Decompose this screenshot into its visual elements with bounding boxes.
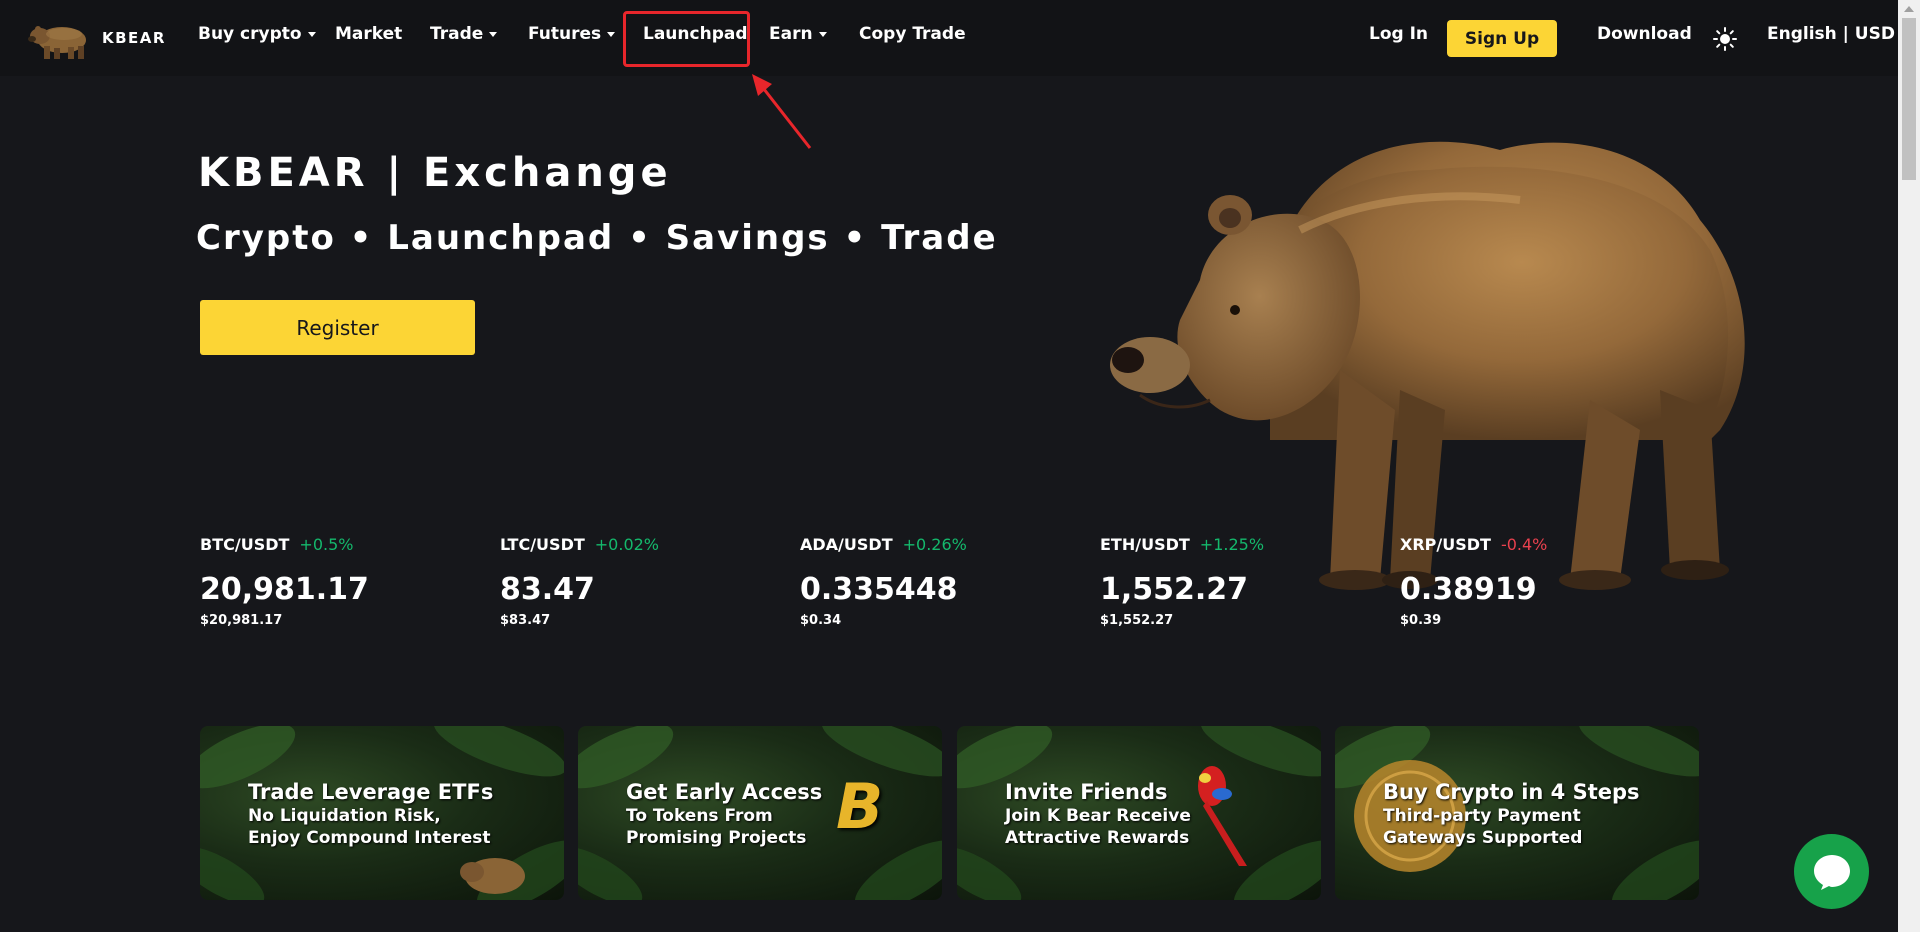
- caret-down-icon: [607, 31, 616, 37]
- chat-support-button[interactable]: [1794, 834, 1869, 909]
- ticker-header: BTC/USDT +0.5%: [200, 535, 480, 554]
- banner-line-1: Third-party Payment: [1383, 806, 1581, 826]
- nav-futures-label: Futures: [528, 24, 602, 44]
- ticker-pair: BTC/USDT: [200, 535, 290, 554]
- caret-down-icon: [489, 31, 498, 37]
- download-label: Download: [1597, 24, 1692, 44]
- ticker-price: 83.47: [500, 572, 595, 607]
- bear-hero-image: [1100, 110, 1770, 600]
- nav-buy-crypto-label: Buy crypto: [198, 24, 302, 44]
- banner-buy-crypto[interactable]: Buy Crypto in 4 Steps Third-party Paymen…: [1335, 726, 1699, 900]
- banner-title: Trade Leverage ETFs: [248, 780, 494, 804]
- ticker-pair: XRP/USDT: [1400, 535, 1491, 554]
- ticker-usd-value: $20,981.17: [200, 613, 283, 628]
- ticker-change: +1.25%: [1199, 535, 1265, 554]
- nav-futures[interactable]: Futures: [528, 24, 616, 44]
- caret-down-icon: [307, 31, 316, 37]
- bitcoin-badge-icon: B: [836, 770, 884, 843]
- banner-line-2: Enjoy Compound Interest: [248, 828, 491, 848]
- nav-trade-label: Trade: [430, 24, 484, 44]
- ticker-xrp[interactable]: XRP/USDT -0.4% 0.38919 $0.39: [1400, 535, 1680, 628]
- banner-invite-friends[interactable]: Invite Friends Join K Bear Receive Attra…: [957, 726, 1321, 900]
- ticker-pair: ADA/USDT: [800, 535, 893, 554]
- sun-icon[interactable]: [1713, 27, 1737, 51]
- nav-copy-trade-label: Copy Trade: [859, 24, 966, 44]
- scroll-up-arrow-icon[interactable]: [1904, 6, 1914, 12]
- ticker-price: 0.335448: [800, 572, 958, 607]
- register-label: Register: [296, 315, 379, 340]
- ticker-usd-value: $0.34: [800, 613, 842, 628]
- top-navbar: KBEAR Buy crypto Market Trade Futures La…: [0, 0, 1898, 76]
- language-label: English | USD: [1767, 24, 1895, 44]
- language-currency-selector[interactable]: English | USD: [1767, 24, 1895, 44]
- ticker-header: XRP/USDT -0.4%: [1400, 535, 1680, 554]
- chat-bubble-icon: [1813, 854, 1850, 890]
- ticker-ada[interactable]: ADA/USDT +0.26% 0.335448 $0.34: [800, 535, 1080, 628]
- banner-title: Invite Friends: [1005, 780, 1168, 804]
- ticker-price: 0.38919: [1400, 572, 1537, 607]
- logo-text: KBEAR: [102, 29, 166, 47]
- bear-logo-icon: [28, 26, 86, 59]
- nav-trade[interactable]: Trade: [430, 24, 498, 44]
- banner-line-2: Gateways Supported: [1383, 828, 1583, 848]
- banner-title: Buy Crypto in 4 Steps: [1383, 780, 1640, 804]
- kbear-logo[interactable]: KBEAR: [26, 14, 166, 62]
- nav-market[interactable]: Market: [335, 24, 402, 44]
- hero-subtitle: Crypto • Launchpad • Savings • Trade: [196, 218, 998, 258]
- banner-line-1: No Liquidation Risk,: [248, 806, 441, 826]
- download-link[interactable]: Download: [1597, 24, 1692, 44]
- ticker-ltc[interactable]: LTC/USDT +0.02% 83.47 $83.47: [500, 535, 780, 628]
- scrollbar-thumb[interactable]: [1902, 18, 1916, 180]
- ticker-change: +0.5%: [299, 535, 354, 554]
- banner-early-access[interactable]: Get Early Access To Tokens From Promisin…: [578, 726, 942, 900]
- ticker-header: LTC/USDT +0.02%: [500, 535, 780, 554]
- nav-earn-label: Earn: [769, 24, 813, 44]
- login-label: Log In: [1369, 24, 1429, 44]
- caret-down-icon: [818, 31, 827, 37]
- signup-button[interactable]: Sign Up: [1447, 20, 1557, 57]
- banner-line-2: Attractive Rewards: [1005, 828, 1190, 848]
- ticker-change: -0.4%: [1500, 535, 1548, 554]
- ticker-change: +0.02%: [594, 535, 659, 554]
- banner-line-1: Join K Bear Receive: [1005, 806, 1191, 826]
- ticker-header: ADA/USDT +0.26%: [800, 535, 1080, 554]
- hero-title: KBEAR | Exchange: [198, 150, 672, 196]
- ticker-btc[interactable]: BTC/USDT +0.5% 20,981.17 $20,981.17: [200, 535, 480, 628]
- nav-earn[interactable]: Earn: [769, 24, 827, 44]
- annotation-highlight-box: [623, 11, 750, 67]
- page-scrollbar[interactable]: [1898, 0, 1920, 932]
- ticker-pair: ETH/USDT: [1100, 535, 1190, 554]
- banner-line-2: Promising Projects: [626, 828, 807, 848]
- register-button[interactable]: Register: [200, 300, 475, 355]
- login-link[interactable]: Log In: [1369, 24, 1428, 44]
- nav-copy-trade[interactable]: Copy Trade: [859, 24, 966, 44]
- ticker-usd-value: $1,552.27: [1100, 613, 1174, 628]
- nav-buy-crypto[interactable]: Buy crypto: [198, 24, 316, 44]
- banner-leverage-etfs[interactable]: Trade Leverage ETFs No Liquidation Risk,…: [200, 726, 564, 900]
- signup-label: Sign Up: [1464, 28, 1540, 49]
- ticker-pair: LTC/USDT: [500, 535, 585, 554]
- ticker-price: 1,552.27: [1100, 572, 1249, 607]
- ticker-usd-value: $0.39: [1400, 613, 1442, 628]
- ticker-change: +0.26%: [902, 535, 967, 554]
- annotation-arrow-icon: [752, 74, 812, 149]
- ticker-price: 20,981.17: [200, 572, 369, 607]
- banner-line-1: To Tokens From: [626, 806, 773, 826]
- ticker-usd-value: $83.47: [500, 613, 551, 628]
- nav-market-label: Market: [335, 24, 403, 44]
- ticker-header: ETH/USDT +1.25%: [1100, 535, 1380, 554]
- banner-title: Get Early Access: [626, 780, 823, 804]
- ticker-eth[interactable]: ETH/USDT +1.25% 1,552.27 $1,552.27: [1100, 535, 1380, 628]
